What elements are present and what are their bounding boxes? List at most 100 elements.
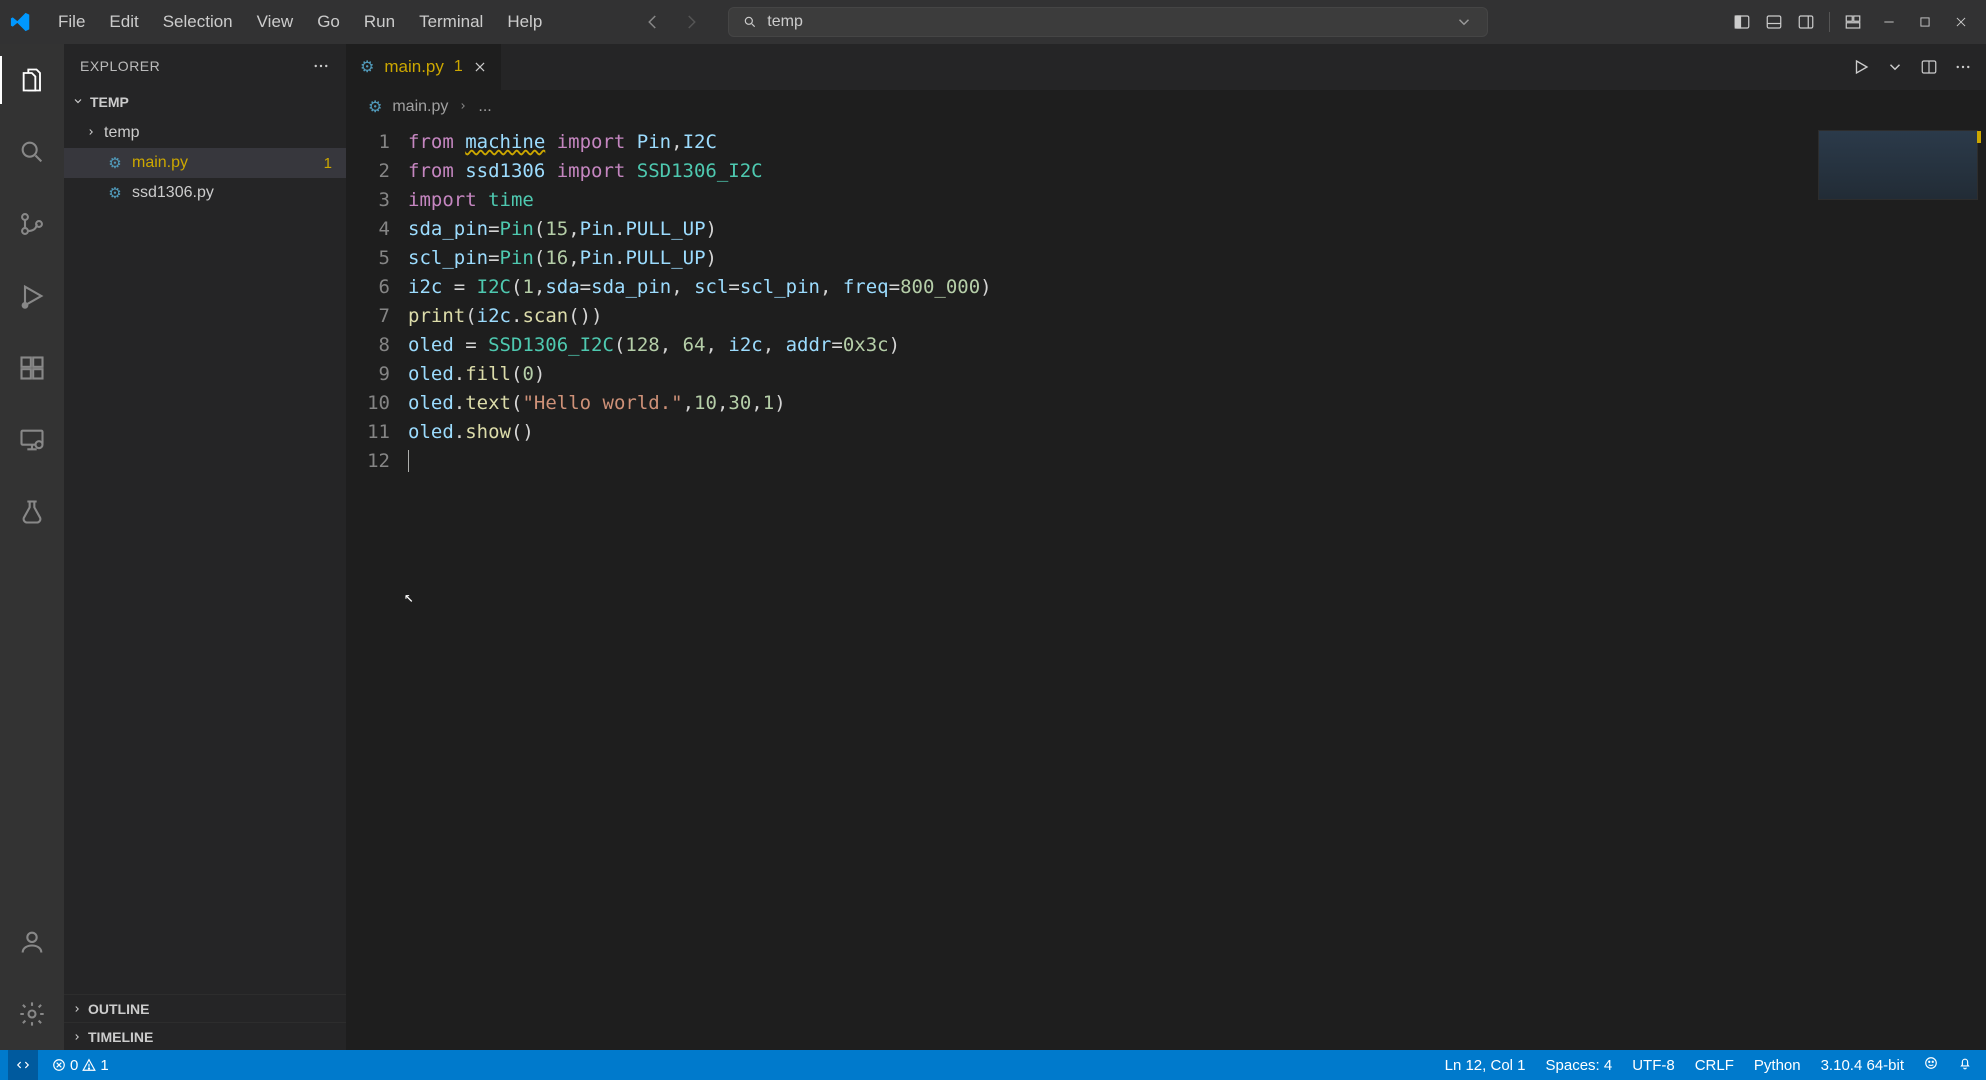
menu-file[interactable]: File — [46, 0, 97, 44]
text-cursor — [408, 450, 409, 472]
menu-edit[interactable]: Edit — [97, 0, 150, 44]
toggle-primary-sidebar-icon[interactable] — [1733, 13, 1751, 31]
chevron-right-icon — [72, 1001, 82, 1017]
outline-section[interactable]: OUTLINE — [64, 994, 346, 1022]
code-line: oled.text("Hello world.",10,30,1) — [408, 389, 1986, 418]
activity-run-debug[interactable] — [0, 272, 64, 320]
toggle-secondary-sidebar-icon[interactable] — [1797, 13, 1815, 31]
menu-view[interactable]: View — [245, 0, 306, 44]
tab-close-icon[interactable] — [473, 60, 487, 74]
tab-badge: 1 — [454, 58, 463, 76]
sidebar-header: EXPLORER — [64, 44, 346, 88]
outline-label: OUTLINE — [88, 1001, 149, 1017]
tree-file-badge: 1 — [324, 155, 332, 172]
editor-area: ⚙ main.py 1 ⚙ main.py ... 12345678910111… — [346, 44, 1986, 1050]
window-close-icon[interactable] — [1954, 15, 1968, 29]
activity-accounts[interactable] — [0, 918, 64, 966]
status-cursor-pos[interactable]: Ln 12, Col 1 — [1445, 1057, 1526, 1074]
menu-run[interactable]: Run — [352, 0, 407, 44]
timeline-label: TIMELINE — [88, 1029, 153, 1045]
code-editor[interactable]: 123456789101112 from machine import Pin,… — [346, 124, 1986, 1050]
editor-more-icon[interactable] — [1954, 58, 1972, 76]
menu-terminal[interactable]: Terminal — [407, 0, 495, 44]
status-feedback-icon[interactable] — [1924, 1056, 1938, 1074]
activity-testing[interactable] — [0, 488, 64, 536]
chevron-down-icon — [72, 94, 84, 110]
activity-source-control[interactable] — [0, 200, 64, 248]
activity-search[interactable] — [0, 128, 64, 176]
breadcrumb-more: ... — [478, 98, 491, 116]
toggle-panel-icon[interactable] — [1765, 13, 1783, 31]
minimap[interactable] — [1818, 130, 1978, 200]
tree-file-ssd1306[interactable]: ⚙ ssd1306.py — [64, 178, 346, 208]
menu-selection[interactable]: Selection — [151, 0, 245, 44]
editor-actions — [1838, 58, 1986, 76]
status-interpreter[interactable]: 3.10.4 64-bit — [1821, 1057, 1904, 1074]
command-center-search[interactable]: temp — [728, 7, 1488, 37]
explorer-folder-name: TEMP — [90, 94, 129, 110]
status-error-count: 0 — [70, 1057, 78, 1074]
activity-settings[interactable] — [0, 990, 64, 1038]
code-line: from machine import Pin,I2C — [408, 128, 1986, 157]
explorer-tree: temp ⚙ main.py 1 ⚙ ssd1306.py — [64, 116, 346, 214]
status-problems[interactable]: 0 1 — [52, 1057, 109, 1074]
tree-folder-temp[interactable]: temp — [64, 118, 346, 148]
sidebar: EXPLORER TEMP temp ⚙ main.py 1 ⚙ ssd1306… — [64, 44, 346, 1050]
code-lines[interactable]: from machine import Pin,I2C from ssd1306… — [408, 124, 1986, 1050]
nav-forward-icon[interactable] — [682, 13, 700, 31]
code-line: print(i2c.scan()) — [408, 302, 1986, 331]
activity-remote-explorer[interactable] — [0, 416, 64, 464]
activity-explorer[interactable] — [0, 56, 64, 104]
sidebar-title: EXPLORER — [80, 58, 160, 74]
status-language[interactable]: Python — [1754, 1057, 1801, 1074]
menu-go[interactable]: Go — [305, 0, 352, 44]
tab-main[interactable]: ⚙ main.py 1 — [346, 44, 502, 90]
tree-file-main[interactable]: ⚙ main.py 1 — [64, 148, 346, 178]
code-line: oled = SSD1306_I2C(128, 64, i2c, addr=0x… — [408, 331, 1986, 360]
editor-tabs: ⚙ main.py 1 — [346, 44, 1986, 90]
status-encoding[interactable]: UTF-8 — [1632, 1057, 1675, 1074]
status-remote[interactable] — [8, 1050, 38, 1080]
warning-icon — [82, 1058, 96, 1072]
python-file-icon: ⚙ — [106, 154, 124, 172]
status-bar: 0 1 Ln 12, Col 1 Spaces: 4 UTF-8 CRLF Py… — [0, 1050, 1986, 1080]
line-gutter: 123456789101112 — [346, 124, 408, 1050]
window-maximize-icon[interactable] — [1918, 15, 1932, 29]
titlebar: File Edit Selection View Go Run Terminal… — [0, 0, 1986, 44]
mouse-cursor-icon: ↖ — [404, 582, 414, 611]
explorer-folder-header[interactable]: TEMP — [64, 88, 346, 116]
tree-file-label: ssd1306.py — [132, 184, 214, 202]
code-line: oled.fill(0) — [408, 360, 1986, 389]
layout-controls — [1733, 12, 1862, 32]
window-minimize-icon[interactable] — [1882, 15, 1896, 29]
nav-arrows — [644, 13, 700, 31]
python-file-icon: ⚙ — [368, 97, 382, 117]
status-indent[interactable]: Spaces: 4 — [1546, 1057, 1613, 1074]
timeline-section[interactable]: TIMELINE — [64, 1022, 346, 1050]
activity-extensions[interactable] — [0, 344, 64, 392]
menu-help[interactable]: Help — [495, 0, 554, 44]
breadcrumb-file: main.py — [392, 98, 448, 116]
separator — [1829, 12, 1830, 32]
nav-back-icon[interactable] — [644, 13, 662, 31]
python-file-icon: ⚙ — [360, 57, 374, 77]
code-line: oled.show() — [408, 418, 1986, 447]
customize-layout-icon[interactable] — [1844, 13, 1862, 31]
split-editor-icon[interactable] — [1920, 58, 1938, 76]
code-line: i2c = I2C(1,sda=sda_pin, scl=scl_pin, fr… — [408, 273, 1986, 302]
code-line: from ssd1306 import SSD1306_I2C — [408, 157, 1986, 186]
status-notifications-icon[interactable] — [1958, 1056, 1972, 1074]
tree-folder-label: temp — [104, 124, 140, 142]
vscode-logo-icon — [10, 11, 32, 33]
chevron-right-icon — [86, 124, 96, 142]
tab-filename: main.py — [384, 57, 444, 77]
run-dropdown-icon[interactable] — [1886, 58, 1904, 76]
status-eol[interactable]: CRLF — [1695, 1057, 1734, 1074]
chevron-down-icon[interactable] — [1455, 13, 1473, 31]
breadcrumb[interactable]: ⚙ main.py ... — [346, 90, 1986, 124]
sidebar-more-icon[interactable] — [312, 57, 330, 75]
run-file-icon[interactable] — [1852, 58, 1870, 76]
tree-file-label: main.py — [132, 154, 188, 172]
code-line: sda_pin=Pin(15,Pin.PULL_UP) — [408, 215, 1986, 244]
chevron-right-icon — [458, 98, 468, 116]
